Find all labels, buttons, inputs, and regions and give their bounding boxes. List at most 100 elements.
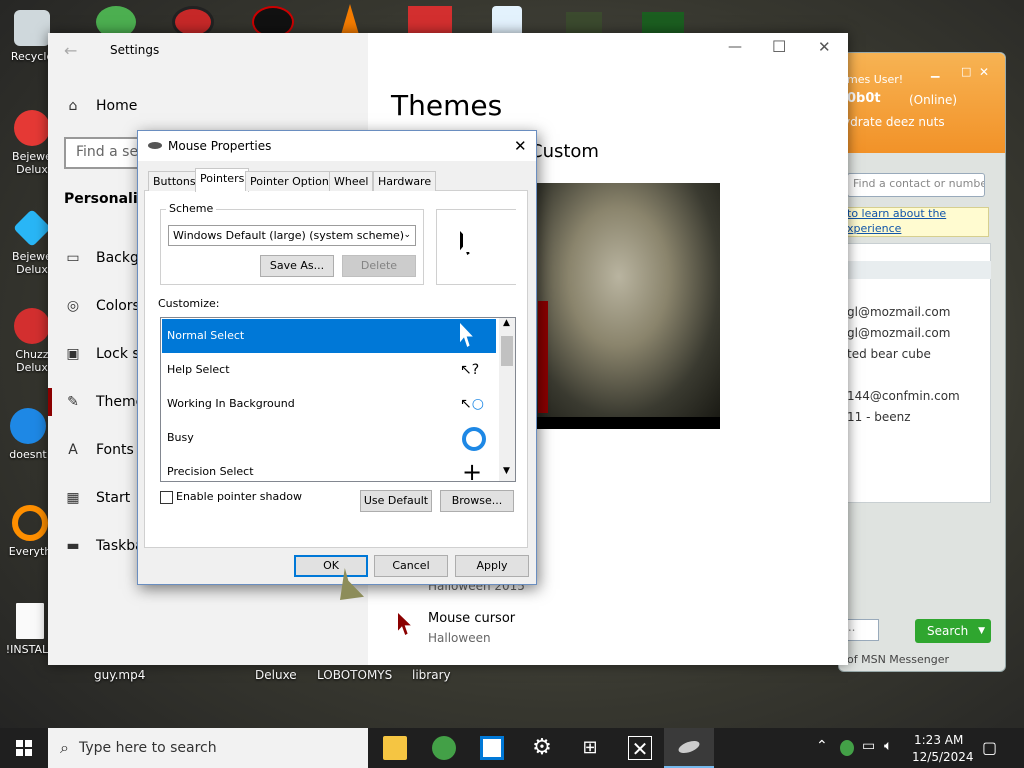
current-theme-heading: Custom bbox=[530, 141, 599, 162]
msn-info-link-1[interactable]: to learn about the bbox=[847, 207, 946, 220]
msn-group-header bbox=[839, 261, 991, 279]
nav-home[interactable]: ⌂ Home bbox=[64, 97, 138, 115]
scroll-down-icon[interactable]: ▼ bbox=[503, 466, 510, 476]
enable-shadow-checkbox[interactable] bbox=[160, 491, 173, 504]
browse-label: Browse... bbox=[451, 494, 503, 507]
list-item-normal-select[interactable]: Normal Select bbox=[162, 319, 496, 353]
pointer-list[interactable]: Normal Select Help Select ↖? Working In … bbox=[160, 317, 516, 482]
bejeweled-icon bbox=[14, 110, 50, 146]
taskbar-search-box[interactable]: ⌕ Type here to search bbox=[48, 728, 368, 768]
cancel-label: Cancel bbox=[392, 559, 430, 572]
page-title: Themes bbox=[391, 89, 503, 122]
search-icon: ⌕ bbox=[60, 738, 69, 757]
msn-psm[interactable]: ydrate deez nuts bbox=[843, 115, 945, 129]
msn-contact[interactable]: 11 - beenz bbox=[847, 410, 911, 424]
picture-icon: ▭ bbox=[66, 250, 80, 266]
msn-maximize-icon[interactable]: □ bbox=[961, 65, 971, 78]
clock-date[interactable]: 12/5/2024 bbox=[912, 750, 974, 764]
tab-label: Wheel bbox=[334, 175, 369, 188]
desktop-label-library[interactable]: library bbox=[412, 668, 451, 682]
nav-fonts[interactable]: A Fonts bbox=[64, 441, 134, 459]
chevron-down-icon: ⌄ bbox=[403, 230, 411, 240]
msn-search-button[interactable]: Search ▼ bbox=[915, 619, 991, 643]
network-computer-icon[interactable]: ⊞ bbox=[578, 736, 602, 760]
notification-icon[interactable]: ▢ bbox=[982, 738, 997, 757]
msn-search-placeholder: Find a contact or number bbox=[853, 177, 985, 190]
thunderbird-icon bbox=[10, 408, 46, 444]
window-maximize-icon[interactable]: ☐ bbox=[772, 37, 786, 56]
msn-status[interactable]: (Online) bbox=[909, 93, 957, 107]
working-cursor-icon: ↖○ bbox=[460, 396, 484, 412]
desktop-label-guy-mp4[interactable]: guy.mp4 bbox=[94, 668, 145, 682]
desktop-icon-label: Recycle bbox=[10, 50, 54, 63]
msn-info-link-2[interactable]: xperience bbox=[847, 222, 901, 235]
taskbar-icon: ▬ bbox=[66, 538, 80, 554]
chevron-up-icon[interactable]: ⌃ bbox=[816, 738, 828, 754]
mouse-properties-taskbar-button[interactable] bbox=[664, 728, 714, 768]
msn-messenger-icon[interactable] bbox=[432, 736, 456, 760]
window-close-icon[interactable]: ✕ bbox=[818, 38, 831, 56]
msn-contact[interactable]: ted bear cube bbox=[847, 347, 931, 361]
enable-shadow-label[interactable]: Enable pointer shadow bbox=[176, 490, 302, 503]
scheme-select[interactable]: Windows Default (large) (system scheme) … bbox=[168, 225, 416, 246]
dialog-close-icon[interactable]: ✕ bbox=[514, 137, 527, 155]
x-window-icon[interactable]: ✕ bbox=[628, 736, 652, 761]
tab-pointer-options[interactable]: Pointer Options bbox=[245, 171, 340, 191]
msn-contact-list bbox=[839, 243, 991, 503]
scroll-up-icon[interactable]: ▲ bbox=[503, 318, 510, 328]
theme-preview-image[interactable] bbox=[536, 183, 720, 429]
network-icon[interactable]: ▭ bbox=[862, 738, 875, 754]
tab-buttons[interactable]: Buttons bbox=[148, 171, 201, 191]
scroll-thumb[interactable] bbox=[501, 336, 513, 366]
taskbar-search-placeholder: Type here to search bbox=[78, 740, 217, 756]
msn-minimize-icon[interactable]: ▁ bbox=[931, 65, 939, 78]
desktop-icon-label: Everyth bbox=[8, 545, 52, 558]
desktop-label-lobotomys[interactable]: LOBOTOMYS bbox=[317, 668, 392, 682]
window-minimize-icon[interactable]: — bbox=[728, 39, 742, 55]
msn-user-header: mes User! bbox=[847, 73, 904, 86]
list-item-busy[interactable]: Busy bbox=[162, 421, 496, 455]
tab-pointers[interactable]: Pointers bbox=[195, 168, 250, 192]
list-scrollbar[interactable]: ▲ ▼ bbox=[499, 318, 515, 481]
tab-wheel[interactable]: Wheel bbox=[329, 171, 374, 191]
tab-hardware[interactable]: Hardware bbox=[373, 171, 437, 191]
list-item-help-select[interactable]: Help Select ↖? bbox=[162, 353, 496, 387]
nav-selected-indicator bbox=[48, 388, 52, 416]
msn-contact[interactable]: gl@mozmail.com bbox=[847, 326, 950, 340]
save-as-label: Save As... bbox=[269, 259, 325, 272]
cancel-button[interactable]: Cancel bbox=[374, 555, 448, 577]
tab-label: Buttons bbox=[153, 175, 196, 188]
mouse-cursor-label[interactable]: Mouse cursor bbox=[428, 611, 515, 626]
desktop-label-deluxe[interactable]: Deluxe bbox=[255, 668, 297, 682]
nav-start[interactable]: ▦ Start bbox=[64, 489, 130, 507]
gear-icon[interactable]: ⚙ bbox=[530, 736, 554, 760]
list-item-precision-select[interactable]: Precision Select + bbox=[162, 455, 496, 481]
volume-icon[interactable]: 🔈︎ bbox=[884, 738, 892, 754]
msn-contact[interactable]: 144@confmin.com bbox=[847, 389, 960, 403]
browse-button[interactable]: Browse... bbox=[440, 490, 514, 512]
msn-footer: of MSN Messenger bbox=[847, 653, 950, 666]
msn-contact[interactable]: gl@mozmail.com bbox=[847, 305, 950, 319]
msn-messenger-window: mes User! ▁ □ ✕ 0b0t (Online) ydrate dee… bbox=[838, 52, 1006, 672]
store-icon[interactable] bbox=[480, 736, 504, 760]
start-button[interactable] bbox=[0, 728, 48, 768]
file-explorer-icon[interactable] bbox=[383, 736, 407, 760]
ok-button[interactable]: OK bbox=[294, 555, 368, 577]
start-grid-icon: ▦ bbox=[66, 490, 80, 506]
save-as-button[interactable]: Save As... bbox=[260, 255, 334, 277]
apply-button[interactable]: Apply bbox=[455, 555, 529, 577]
clock-time[interactable]: 1:23 AM bbox=[914, 733, 963, 747]
list-item-working-background[interactable]: Working In Background ↖○ bbox=[162, 387, 496, 421]
msn-close-icon[interactable]: ✕ bbox=[979, 65, 989, 79]
diamond-icon bbox=[12, 208, 52, 248]
msn-tray-icon[interactable] bbox=[840, 740, 854, 756]
nav-label: Fonts bbox=[96, 442, 134, 458]
customize-label: Customize: bbox=[158, 297, 220, 310]
home-icon: ⌂ bbox=[68, 98, 78, 114]
msn-contact-search-input[interactable]: Find a contact or number bbox=[847, 173, 985, 197]
msn-nickname[interactable]: 0b0t bbox=[847, 91, 881, 106]
mouse-icon bbox=[676, 738, 702, 756]
nav-colors[interactable]: ◎ Colors bbox=[64, 297, 140, 315]
back-arrow-icon[interactable]: ← bbox=[64, 41, 77, 60]
use-default-button[interactable]: Use Default bbox=[360, 490, 432, 512]
